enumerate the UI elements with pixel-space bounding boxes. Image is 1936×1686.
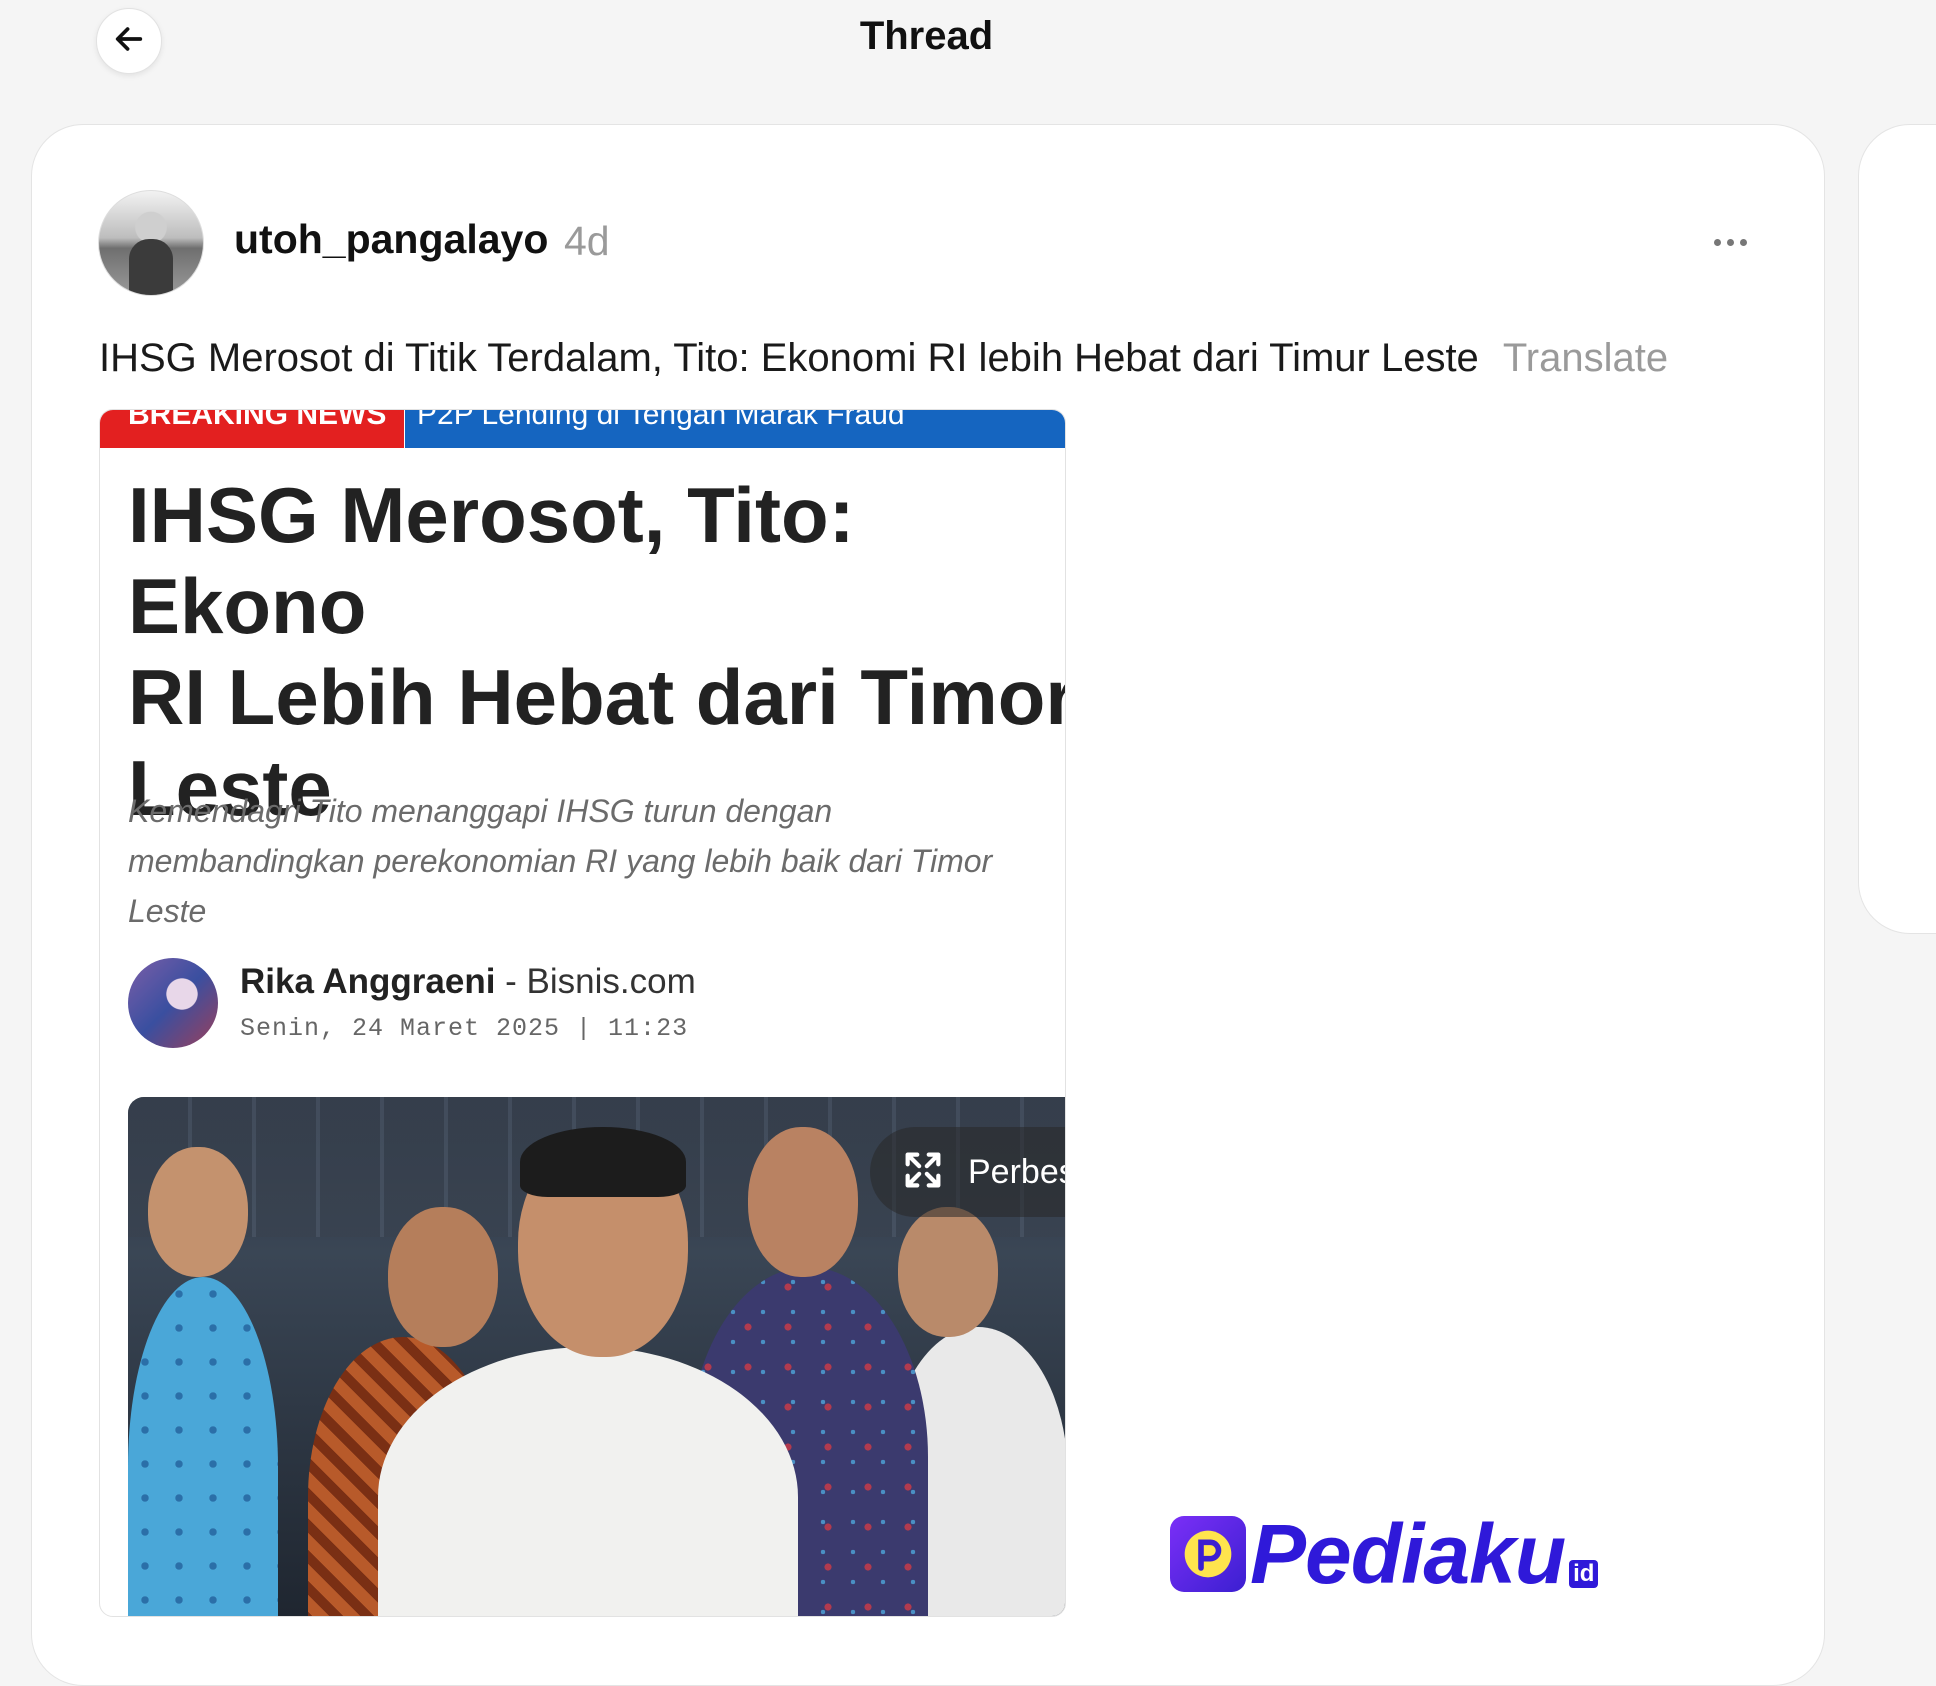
- top-bar: Thread: [0, 0, 1936, 110]
- expand-overlay: Perbes: [870, 1127, 1065, 1217]
- post-image[interactable]: BREAKING NEWS P2P Lending di Tengah Mara…: [99, 409, 1066, 1617]
- ticker-headline: P2P Lending di Tengah Marak Fraud: [405, 410, 1065, 448]
- author-avatar: [128, 958, 218, 1048]
- news-ticker: BREAKING NEWS P2P Lending di Tengah Mara…: [100, 410, 1065, 448]
- pediaku-logo-icon: [1170, 1516, 1246, 1592]
- ticker-label: BREAKING NEWS: [100, 410, 404, 448]
- avatar[interactable]: [98, 190, 204, 296]
- watermark-brand: Pediaku: [1250, 1507, 1566, 1601]
- watermark-suffix: id: [1569, 1560, 1599, 1588]
- next-post-card[interactable]: [1858, 124, 1936, 934]
- post-timestamp[interactable]: 4d: [564, 218, 610, 265]
- expand-icon: [900, 1147, 946, 1198]
- article-subtitle: Kemendagri Tito menanggapi IHSG turun de…: [128, 793, 993, 929]
- more-options-button[interactable]: [1700, 222, 1760, 262]
- article-byline: Rika Anggraeni - Bisnis.com: [240, 962, 696, 1002]
- article-date: Senin, 24 Maret 2025 | 11:23: [240, 1014, 689, 1043]
- more-horizontal-icon: [1713, 238, 1721, 246]
- article-headline: IHSG Merosot, Tito: Ekono RI Lebih Hebat…: [128, 471, 1066, 832]
- post-body: IHSG Merosot di Titik Terdalam, Tito: Ek…: [99, 336, 1668, 381]
- article-photo: Perbes: [128, 1097, 1065, 1616]
- author-source: - Bisnis.com: [495, 962, 696, 1001]
- page-title: Thread: [859, 14, 994, 58]
- translate-link[interactable]: Translate: [1503, 336, 1668, 380]
- username[interactable]: utoh_pangalayo: [234, 216, 548, 263]
- watermark-logo: Pediaku id: [1170, 1507, 1599, 1601]
- post-text: IHSG Merosot di Titik Terdalam, Tito: Ek…: [99, 336, 1479, 380]
- expand-label: Perbes: [968, 1152, 1065, 1191]
- author-name: Rika Anggraeni: [240, 962, 496, 1001]
